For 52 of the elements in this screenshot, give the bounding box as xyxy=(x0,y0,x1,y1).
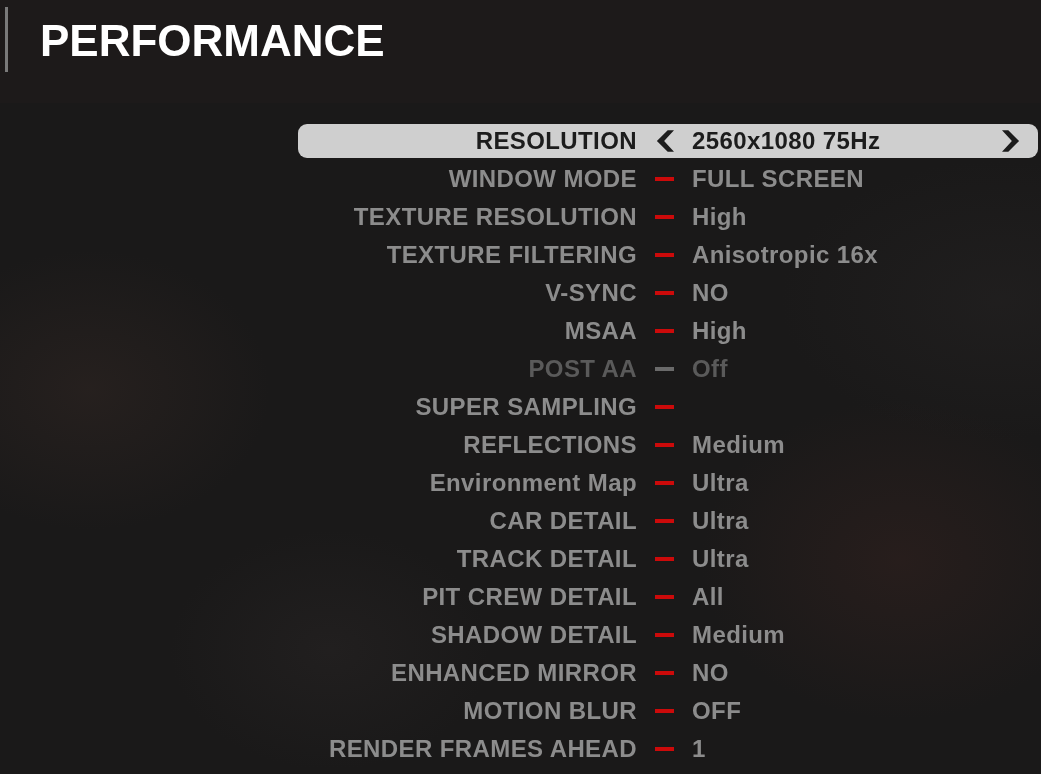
setting-label[interactable]: RESOLUTION xyxy=(298,126,637,156)
setting-value: 1 xyxy=(692,734,706,764)
setting-label[interactable]: REFLECTIONS xyxy=(298,430,637,460)
dash-icon xyxy=(655,595,674,599)
setting-value: Ultra xyxy=(692,468,749,498)
setting-value: NO xyxy=(692,278,729,308)
dash-icon xyxy=(655,329,674,333)
page-title: PERFORMANCE xyxy=(40,19,385,63)
setting-label[interactable]: PIT CREW DETAIL xyxy=(298,582,637,612)
dash-icon xyxy=(655,633,674,637)
setting-label[interactable]: MSAA xyxy=(298,316,637,346)
setting-value: FULL SCREEN xyxy=(692,164,864,194)
dash-icon xyxy=(655,215,674,219)
setting-value: Ultra xyxy=(692,544,749,574)
dash-icon xyxy=(655,291,674,295)
setting-value: High xyxy=(692,202,747,232)
setting-label[interactable]: Environment Map xyxy=(298,468,637,498)
setting-value: Off xyxy=(692,354,728,384)
dash-icon xyxy=(655,367,674,371)
setting-label[interactable]: CAR DETAIL xyxy=(298,506,637,536)
setting-value: All xyxy=(692,582,724,612)
setting-label[interactable]: TRACK DETAIL xyxy=(298,544,637,574)
setting-value: NO xyxy=(692,658,729,688)
selected-row-highlight[interactable]: RESOLUTION 2560x1080 75Hz xyxy=(298,124,1038,158)
dash-icon xyxy=(655,519,674,523)
setting-label[interactable]: ENHANCED MIRROR xyxy=(298,658,637,688)
setting-value: Anisotropic 16x xyxy=(692,240,879,270)
setting-value: Ultra xyxy=(692,506,749,536)
dash-icon xyxy=(655,443,674,447)
setting-value: OFF xyxy=(692,696,742,726)
dash-icon xyxy=(655,177,674,181)
dash-icon xyxy=(655,557,674,561)
dash-icon xyxy=(655,481,674,485)
setting-label[interactable]: V-SYNC xyxy=(298,278,637,308)
dash-icon xyxy=(655,671,674,675)
setting-value: Medium xyxy=(692,620,786,650)
setting-label[interactable]: TEXTURE RESOLUTION xyxy=(298,202,637,232)
chevron-left-icon[interactable] xyxy=(655,130,674,152)
dash-icon xyxy=(655,253,674,257)
setting-value: Medium xyxy=(692,430,786,460)
chevron-right-icon[interactable] xyxy=(1002,130,1020,152)
dash-icon xyxy=(655,747,674,751)
setting-label[interactable]: WINDOW MODE xyxy=(298,164,637,194)
setting-label[interactable]: MOTION BLUR xyxy=(298,696,637,726)
dash-icon xyxy=(655,405,674,409)
setting-label[interactable]: TEXTURE FILTERING xyxy=(298,240,637,270)
setting-label[interactable]: SHADOW DETAIL xyxy=(298,620,637,650)
setting-value: High xyxy=(692,316,747,346)
setting-value: 2560x1080 75Hz xyxy=(692,126,881,156)
setting-label[interactable]: RENDER FRAMES AHEAD xyxy=(298,734,637,764)
dash-icon xyxy=(655,709,674,713)
setting-label[interactable]: SUPER SAMPLING xyxy=(298,392,637,422)
